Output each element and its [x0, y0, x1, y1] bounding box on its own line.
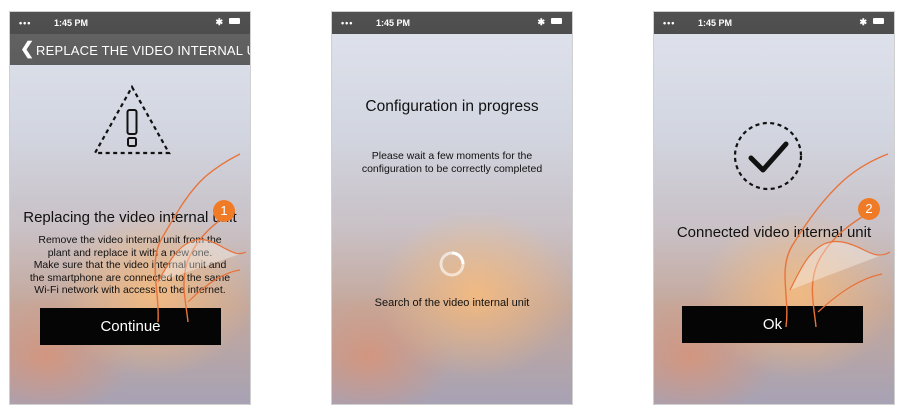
status-right: ✱ [215, 17, 240, 28]
phone-screen-configuration: ••• 1:45 PM ✱ Configuration in progress … [332, 12, 572, 404]
checkmark-circle-icon [733, 121, 803, 191]
search-status-text: Search of the video internal unit [374, 297, 530, 309]
section-heading: Configuration in progress [365, 98, 539, 115]
status-bar: ••• 1:45 PM ✱ [10, 12, 250, 34]
bluetooth-icon: ✱ [215, 17, 223, 27]
ok-button[interactable]: Ok [682, 306, 863, 343]
loading-spinner-icon [439, 251, 465, 277]
progress-line: configuration to be correctly completed [361, 162, 543, 175]
status-right: ✱ [537, 17, 562, 28]
phone-screen-replace: ••• 1:45 PM ✱ ❮ REPLACE THE VIDEO INTERN… [10, 12, 250, 404]
instruction-text: Remove the video internal unit from the … [10, 234, 250, 297]
continue-button[interactable]: Continue [40, 308, 221, 345]
battery-icon [229, 18, 240, 24]
instruction-line: plant and replace it with a new one. [47, 246, 213, 259]
step-badge-2: 2 [858, 198, 880, 220]
navigation-bar: ❮ REPLACE THE VIDEO INTERNAL UNIT [10, 34, 250, 65]
phone-screen-connected: ••• 1:45 PM ✱ Connected video internal u… [654, 12, 894, 404]
status-bar: ••• 1:45 PM ✱ [332, 12, 572, 34]
battery-icon [551, 18, 562, 24]
progress-text: Please wait a few moments for the config… [332, 150, 572, 175]
status-time: 1:45 PM [376, 18, 411, 28]
instruction-line: Wi-Fi network with access to the interne… [34, 284, 226, 296]
warning-triangle-icon [93, 84, 171, 155]
signal-icon: ••• [341, 18, 354, 28]
battery-icon [873, 18, 884, 24]
progress-line: Please wait a few moments for the [371, 150, 533, 162]
instruction-line: Make sure that the video internal unit a… [33, 259, 227, 271]
signal-icon: ••• [663, 18, 676, 28]
status-time: 1:45 PM [54, 18, 89, 28]
step-badge-1: 1 [213, 200, 235, 222]
back-button[interactable]: ❮ [20, 40, 34, 57]
status-bar: ••• 1:45 PM ✱ [654, 12, 894, 34]
bluetooth-icon: ✱ [537, 17, 545, 27]
status-right: ✱ [859, 17, 884, 28]
instruction-line: Remove the video internal unit from the [38, 234, 222, 246]
status-time: 1:45 PM [698, 18, 733, 28]
page-title: REPLACE THE VIDEO INTERNAL UNIT [36, 43, 250, 58]
signal-icon: ••• [19, 18, 32, 28]
section-heading: Connected video internal unit [676, 224, 872, 241]
instruction-line: the smartphone are connected to the same [29, 271, 231, 284]
bluetooth-icon: ✱ [859, 17, 867, 27]
